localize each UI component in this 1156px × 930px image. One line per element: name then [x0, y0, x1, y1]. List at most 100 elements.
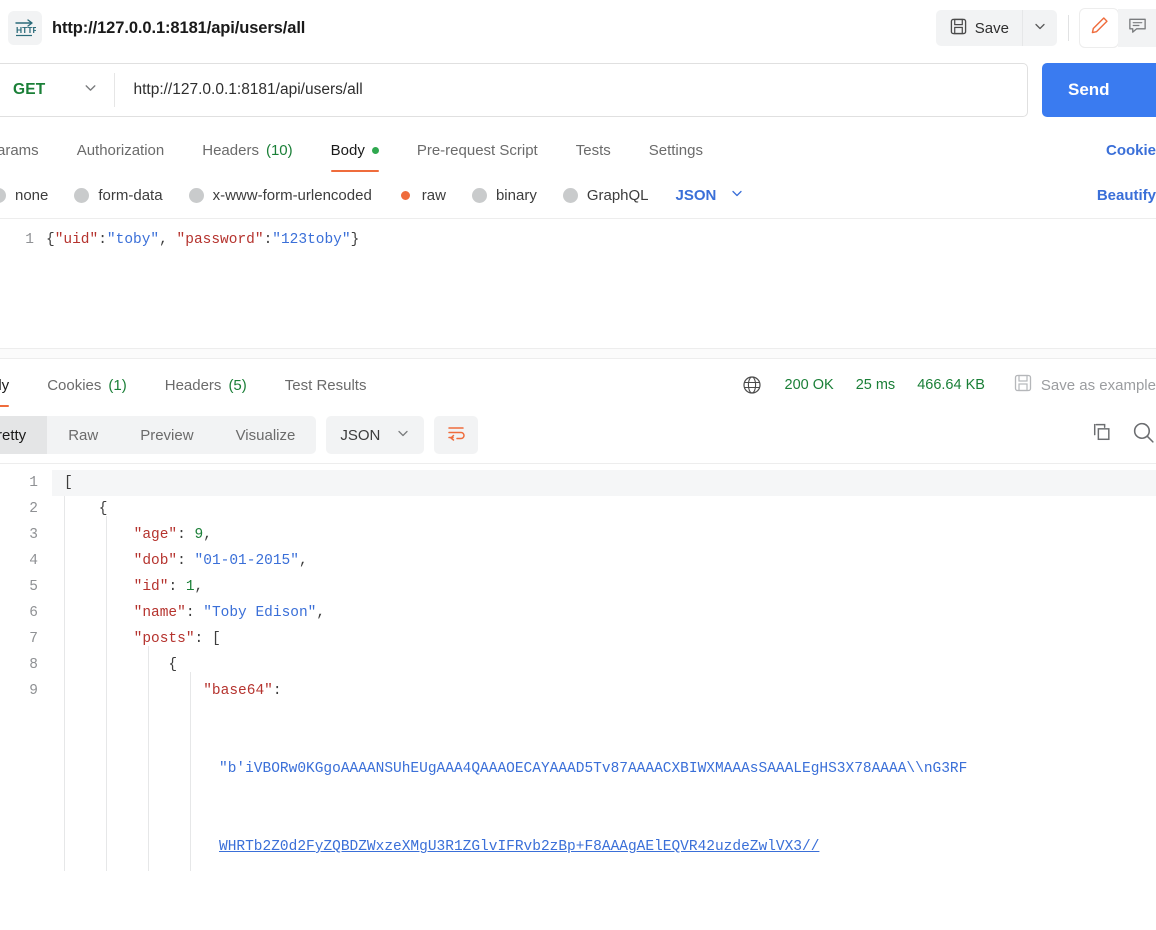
- url-input[interactable]: http://127.0.0.1:8181/api/users/all: [115, 81, 1027, 99]
- base64-chunk[interactable]: WHRTb2Z0d2FyZQBDZWxzeXMgU3R1ZGlvIFRvb2zB…: [219, 839, 819, 855]
- request-code-line: 1 {"uid":"toby", "password":"123toby"}: [0, 227, 1156, 253]
- tab-body[interactable]: Body: [312, 142, 398, 172]
- word-wrap-toggle[interactable]: [434, 416, 479, 454]
- line-number: 6: [29, 605, 38, 621]
- tab-label: Body: [330, 142, 365, 159]
- url-input-group: GET http://127.0.0.1:8181/api/users/all: [0, 63, 1028, 117]
- http-protocol-icon: HTTP: [8, 11, 42, 45]
- request-url-bar: GET http://127.0.0.1:8181/api/users/all …: [0, 56, 1156, 124]
- line-number: 1: [29, 475, 38, 491]
- body-type-graphql[interactable]: GraphQL: [550, 187, 662, 204]
- beautify-button[interactable]: Beautify: [1097, 187, 1156, 204]
- tab-headers[interactable]: Headers (10): [183, 142, 311, 172]
- send-button[interactable]: Send: [1042, 63, 1156, 117]
- pane-splitter[interactable]: [0, 348, 1156, 359]
- body-type-label: binary: [495, 186, 537, 204]
- json-key: "age": [133, 527, 178, 543]
- save-button-group: Save: [935, 10, 1057, 46]
- body-format-label: JSON: [675, 186, 717, 204]
- json-key: "id": [133, 579, 169, 595]
- response-code-content: "base64":: [203, 683, 282, 699]
- json-key: "name": [133, 605, 186, 621]
- response-code-content: {: [64, 501, 108, 517]
- save-options-dropdown[interactable]: [1022, 10, 1057, 46]
- postman-window: HTTP http://127.0.0.1:8181/api/users/all…: [0, 0, 1156, 930]
- tab-pre-request-script[interactable]: Pre-request Script: [398, 142, 557, 172]
- response-tab-cookies[interactable]: Cookies (1): [28, 377, 146, 407]
- tab-label: Pre-request Script: [416, 142, 538, 159]
- line-number: 1: [25, 232, 34, 248]
- body-type-label: x-www-form-urlencoded: [212, 186, 372, 204]
- json-key: "uid": [54, 232, 99, 248]
- page-title: http://127.0.0.1:8181/api/users/all: [52, 18, 306, 37]
- tab-label: Authorization: [76, 142, 165, 159]
- tab-tests[interactable]: Tests: [557, 142, 630, 172]
- svg-text:HTTP: HTTP: [16, 25, 36, 35]
- radio-icon: [0, 187, 6, 203]
- chevron-down-icon: [396, 426, 410, 444]
- json-key: "base64": [203, 683, 273, 699]
- json-key: "password": [176, 232, 264, 248]
- tab-label: Test Results: [284, 377, 367, 394]
- tab-authorization[interactable]: Authorization: [58, 142, 184, 172]
- view-raw[interactable]: Raw: [47, 416, 119, 454]
- body-type-urlencoded[interactable]: x-www-form-urlencoded: [176, 187, 385, 204]
- response-tab-headers[interactable]: Headers (5): [146, 377, 266, 407]
- view-visualize[interactable]: Visualize: [215, 416, 317, 454]
- edit-request-button[interactable]: [1080, 9, 1118, 47]
- response-tab-body[interactable]: ody: [0, 377, 28, 407]
- body-format-selector[interactable]: JSON: [662, 186, 757, 204]
- http-method-selector[interactable]: GET: [0, 64, 114, 116]
- request-body-editor[interactable]: 1 {"uid":"toby", "password":"123toby"}: [0, 218, 1156, 348]
- search-icon[interactable]: [1131, 420, 1156, 450]
- response-code-line: 7 "posts": [: [0, 626, 1156, 652]
- copy-icon[interactable]: [1090, 421, 1113, 449]
- response-view-switcher: Pretty Raw Preview Visualize: [0, 416, 317, 454]
- line-number: 2: [29, 501, 38, 517]
- response-code-line: 4 "dob": "01-01-2015",: [0, 548, 1156, 574]
- body-type-none[interactable]: none: [0, 187, 61, 204]
- tab-params[interactable]: Params: [0, 142, 58, 172]
- tab-label: ody: [0, 377, 10, 394]
- chevron-down-icon: [730, 186, 744, 204]
- response-view-toolbar: Pretty Raw Preview Visualize JSON: [0, 407, 1156, 463]
- response-code-content: "name": "Toby Edison",: [133, 605, 326, 621]
- base64-chunk: "b'iVBORw0KGgoAAAANSUhEUgAAA4QAAAOECAYAA…: [219, 761, 968, 777]
- response-size: 466.64 KB: [917, 377, 985, 393]
- tab-count: (10): [265, 142, 293, 159]
- tab-label: Settings: [648, 142, 703, 159]
- view-preview[interactable]: Preview: [119, 416, 214, 454]
- body-type-options: none form-data x-www-form-urlencoded raw…: [0, 172, 1156, 218]
- comment-icon: [1127, 15, 1148, 41]
- save-button[interactable]: Save: [936, 10, 1022, 46]
- response-base64-block: "b'iVBORw0KGgoAAAANSUhEUgAAA4QAAAOECAYAA…: [0, 704, 1156, 871]
- response-tab-test-results[interactable]: Test Results: [266, 377, 386, 407]
- tab-settings[interactable]: Settings: [630, 142, 722, 172]
- response-format-label: JSON: [340, 426, 381, 444]
- response-code-line: 2 {: [0, 496, 1156, 522]
- save-as-example-button[interactable]: Save as example: [996, 374, 1156, 396]
- response-body-editor[interactable]: 1 [ 2 { 3 "age": 9, 4 "dob": "01-01-2015…: [0, 463, 1156, 871]
- response-format-selector[interactable]: JSON: [326, 416, 425, 454]
- body-type-label: none: [15, 186, 49, 204]
- cookies-link[interactable]: Cookie: [1106, 142, 1156, 172]
- json-value: "Toby Edison": [203, 605, 317, 621]
- tab-count: (1): [108, 377, 127, 394]
- modified-dot-icon: [371, 147, 379, 154]
- line-number: 8: [29, 657, 38, 673]
- response-code-line: 6 "name": "Toby Edison",: [0, 600, 1156, 626]
- body-type-raw[interactable]: raw: [385, 187, 459, 204]
- view-pretty[interactable]: Pretty: [0, 416, 48, 454]
- line-number: 5: [29, 579, 38, 595]
- response-code-content: "posts": [: [133, 631, 221, 647]
- header-divider: [1068, 15, 1069, 41]
- base64-value: "b'iVBORw0KGgoAAAANSUhEUgAAA4QAAAOECAYAA…: [52, 704, 1156, 871]
- response-time: 25 ms: [855, 377, 896, 393]
- tab-label: Params: [0, 142, 39, 159]
- body-type-binary[interactable]: binary: [459, 187, 550, 204]
- response-code-content: [: [52, 470, 1156, 496]
- radio-icon: [471, 187, 487, 203]
- tab-count: (5): [228, 377, 247, 394]
- body-type-form-data[interactable]: form-data: [61, 187, 175, 204]
- comments-button[interactable]: [1118, 9, 1156, 47]
